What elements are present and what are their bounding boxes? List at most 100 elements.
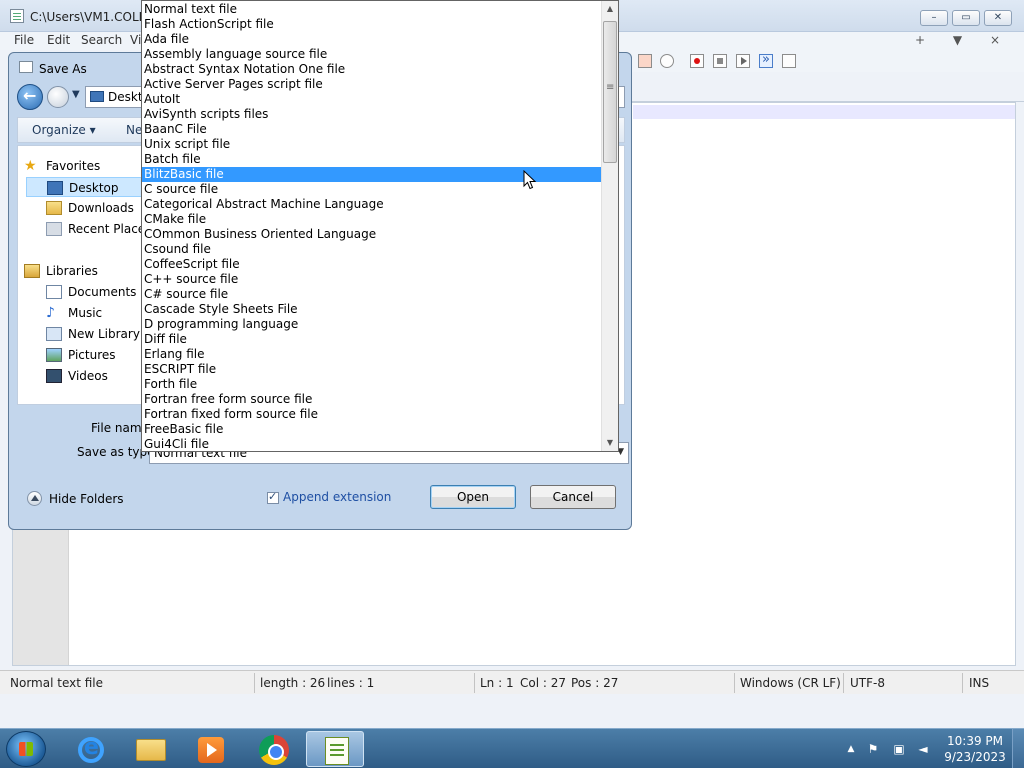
tab-tools[interactable]: + ▼ × [915, 33, 1012, 47]
menu-view[interactable]: Vi [130, 33, 141, 47]
status-eol: Windows (CR LF) [740, 676, 841, 690]
downloads-folder-icon [46, 201, 62, 215]
tree-item-label: Libraries [46, 264, 98, 278]
recent-locations-chevron-icon[interactable]: ▼ [72, 89, 80, 100]
dropdown-option[interactable]: Erlang file [142, 347, 602, 362]
show-hidden-icons-icon[interactable]: ▲ [844, 742, 858, 756]
dropdown-option[interactable]: Csound file [142, 242, 602, 257]
scrollbar-thumb[interactable] [603, 21, 617, 163]
dropdown-option[interactable]: Diff file [142, 332, 602, 347]
dropdown-option[interactable]: D programming language [142, 317, 602, 332]
action-center-flag-icon[interactable]: ⚑ [866, 742, 880, 756]
star-icon: ★ [24, 158, 37, 174]
dropdown-option[interactable]: C# source file [142, 287, 602, 302]
dropdown-option[interactable]: FreeBasic file [142, 422, 602, 437]
volume-muted-icon[interactable]: ◄ [916, 742, 930, 756]
tree-item-label: Recent Places [68, 222, 152, 236]
forward-arrow-icon[interactable] [47, 86, 69, 108]
system-tray: ▲ ⚑ ▣ ◄ 10:39 PM 9/23/2023 [840, 729, 1024, 768]
dropdown-option[interactable]: BaanC File [142, 122, 602, 137]
dropdown-scrollbar[interactable]: ▲ ▼ [601, 1, 618, 451]
dropdown-option[interactable]: Unix script file [142, 137, 602, 152]
close-button[interactable]: ✕ [984, 10, 1012, 26]
window-title: C:\Users\VM1.COLLA [30, 10, 154, 24]
dropdown-option[interactable]: AutoIt [142, 92, 602, 107]
taskbar: ▲ ⚑ ▣ ◄ 10:39 PM 9/23/2023 [0, 728, 1024, 768]
new-folder-button[interactable]: Ne [126, 123, 142, 137]
dropdown-option[interactable]: COmmon Business Oriented Language [142, 227, 602, 242]
clock-time[interactable]: 10:39 PM [940, 734, 1010, 748]
dropdown-option[interactable]: Fortran free form source file [142, 392, 602, 407]
open-button[interactable]: Open [430, 485, 516, 509]
menu-edit[interactable]: Edit [47, 33, 70, 47]
current-line-highlight [633, 105, 1015, 119]
tree-item-libraries[interactable]: Libraries [24, 261, 144, 281]
dropdown-option[interactable]: Gui4Cli file [142, 437, 602, 451]
dropdown-option[interactable]: Assembly language source file [142, 47, 602, 62]
dialog-app-icon [19, 61, 33, 73]
status-length: length : 26 [260, 676, 326, 690]
save-macro-icon[interactable] [782, 54, 796, 68]
taskbar-internet-explorer[interactable] [60, 731, 118, 767]
tree-item-label: Documents [68, 285, 137, 299]
dialog-footer: Hide Folders Append extension Open Cance… [17, 475, 625, 523]
dropdown-option[interactable]: Normal text file [142, 2, 602, 17]
toolbar-icon[interactable] [638, 54, 652, 68]
maximize-button[interactable]: ▭ [952, 10, 980, 26]
play-macro-icon[interactable] [736, 54, 750, 68]
start-button[interactable] [6, 731, 46, 767]
status-encoding: UTF-8 [850, 676, 885, 690]
back-arrow-icon[interactable] [17, 84, 43, 110]
record-macro-icon[interactable] [690, 54, 704, 68]
dropdown-option[interactable]: Flash ActionScript file [142, 17, 602, 32]
minimize-button[interactable]: – [920, 10, 948, 26]
status-bar: Normal text file length : 26 lines : 1 L… [0, 670, 1024, 694]
tree-item-label: Desktop [69, 181, 119, 195]
dropdown-option[interactable]: Categorical Abstract Machine Language [142, 197, 602, 212]
dropdown-option[interactable]: AviSynth scripts files [142, 107, 602, 122]
dropdown-option[interactable]: Abstract Syntax Notation One file [142, 62, 602, 77]
taskbar-notepad-plus-plus[interactable] [306, 731, 364, 767]
eye-icon[interactable] [660, 54, 674, 68]
status-separator [474, 673, 475, 693]
hide-folders-label: Hide Folders [49, 492, 124, 506]
status-insert-mode: INS [969, 676, 990, 690]
dropdown-option[interactable]: Ada file [142, 32, 602, 47]
libraries-icon [24, 264, 40, 278]
dropdown-option[interactable]: C++ source file [142, 272, 602, 287]
taskbar-media-player[interactable] [180, 731, 238, 767]
taskbar-chrome[interactable] [244, 731, 302, 767]
dropdown-option[interactable]: Fortran fixed form source file [142, 407, 602, 422]
hide-folders-button[interactable]: Hide Folders [27, 489, 147, 509]
menu-search[interactable]: Search [81, 33, 122, 47]
cancel-button[interactable]: Cancel [530, 485, 616, 509]
toolbar [620, 50, 1024, 72]
append-extension-checkbox[interactable] [267, 490, 279, 504]
status-pos: Pos : 27 [571, 676, 619, 690]
dropdown-option[interactable]: ESCRIPT file [142, 362, 602, 377]
tree-item-label: Favorites [46, 159, 101, 173]
dropdown-option[interactable]: CMake file [142, 212, 602, 227]
tree-item-label: Videos [68, 369, 108, 383]
dropdown-option[interactable]: Cascade Style Sheets File [142, 302, 602, 317]
append-extension-label[interactable]: Append extension [283, 490, 391, 504]
stop-macro-icon[interactable] [713, 54, 727, 68]
tree-item-favorites[interactable]: ★ Favorites [24, 156, 144, 176]
tree-item-desktop[interactable]: Desktop [26, 177, 146, 197]
save-as-type-dropdown-list[interactable]: Normal text file Flash ActionScript file A… [141, 0, 619, 452]
menu-file[interactable]: File [14, 33, 34, 47]
scroll-up-arrow-icon[interactable]: ▲ [602, 1, 618, 17]
dropdown-option[interactable]: Forth file [142, 377, 602, 392]
dropdown-option[interactable]: CoffeeScript file [142, 257, 602, 272]
network-icon[interactable]: ▣ [892, 742, 906, 756]
dialog-title: Save As [39, 62, 87, 76]
show-desktop-button[interactable] [1012, 729, 1024, 768]
run-macro-multiple-icon[interactable] [759, 52, 773, 68]
dropdown-option[interactable]: Batch file [142, 152, 602, 167]
pictures-icon [46, 348, 62, 362]
taskbar-file-explorer[interactable] [120, 731, 178, 767]
clock-date[interactable]: 9/23/2023 [940, 750, 1010, 764]
dropdown-option[interactable]: Active Server Pages script file [142, 77, 602, 92]
scroll-down-arrow-icon[interactable]: ▼ [602, 435, 618, 451]
organize-button[interactable]: Organize ▾ [32, 123, 96, 137]
